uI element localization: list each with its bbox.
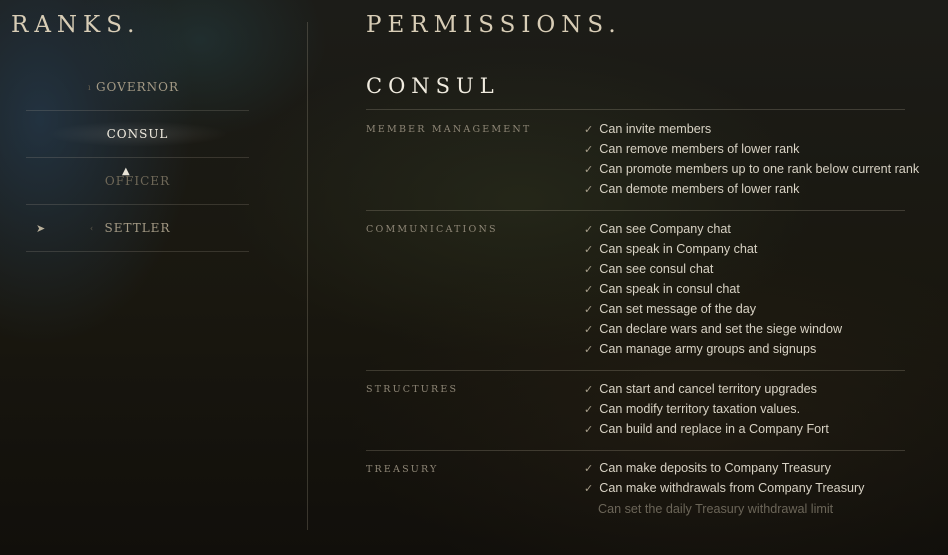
section-label-structures: STRUCTURES bbox=[366, 384, 459, 395]
permission-item: ✓ Can declare wars and set the siege wind… bbox=[584, 322, 843, 336]
mouse-cursor-icon: ▲ bbox=[122, 166, 130, 177]
selected-rank-title: CONSUL bbox=[366, 74, 500, 98]
check-icon: ✓ bbox=[584, 424, 594, 436]
rank-item-officer[interactable]: OFFICER bbox=[26, 158, 249, 205]
section-label-treasury: TREASURY bbox=[366, 464, 439, 475]
section-label-communications: COMMUNICATIONS bbox=[366, 224, 498, 235]
rank-list: ı GOVERNOR CONSUL OFFICER ➤ ‹ SETTLER bbox=[26, 64, 249, 252]
rank-item-settler[interactable]: ➤ ‹ SETTLER bbox=[26, 205, 249, 252]
section-divider bbox=[366, 450, 905, 451]
permission-item: ✓ Can see Company chat bbox=[584, 222, 731, 236]
permission-item: ✓ Can remove members of lower rank bbox=[584, 142, 800, 156]
section-divider bbox=[366, 210, 905, 211]
check-icon: ✓ bbox=[584, 324, 594, 336]
arrow-right-icon: ➤ bbox=[36, 221, 47, 235]
check-icon: ✓ bbox=[584, 404, 594, 416]
permission-item: ✓ Can demote members of lower rank bbox=[584, 182, 800, 196]
permission-item: ✓ Can set message of the day bbox=[584, 302, 757, 316]
rank-label: CONSUL bbox=[106, 127, 169, 141]
permission-item: ✓ Can see consul chat bbox=[584, 262, 714, 276]
check-icon: ✓ bbox=[584, 483, 594, 495]
check-icon: ✓ bbox=[584, 463, 594, 475]
permission-item: ✓ Can speak in Company chat bbox=[584, 242, 758, 256]
permission-item: ✓ Can make deposits to Company Treasury bbox=[584, 461, 831, 475]
section-divider bbox=[366, 109, 905, 110]
check-icon: ✓ bbox=[584, 384, 594, 396]
ranks-heading: RANKS. bbox=[11, 12, 141, 38]
permission-item: ✓ Can start and cancel territory upgrades bbox=[584, 382, 817, 396]
tick-mark-icon: ı bbox=[88, 82, 92, 92]
rank-label: SETTLER bbox=[104, 221, 171, 235]
check-icon: ✓ bbox=[584, 144, 594, 156]
permission-item: ✓ Can build and replace in a Company Fort bbox=[584, 422, 829, 436]
check-icon: ✓ bbox=[584, 304, 594, 316]
check-icon: ✓ bbox=[584, 264, 594, 276]
tick-mark-icon: ‹ bbox=[90, 223, 95, 233]
permission-item: ✓ Can make withdrawals from Company Treas… bbox=[584, 481, 865, 495]
permission-item: ✓ Can invite members bbox=[584, 122, 712, 136]
permission-item: ✓ Can promote members up to one rank belo… bbox=[584, 162, 920, 176]
check-icon: ✓ bbox=[584, 284, 594, 296]
permission-item: ✓ Can modify territory taxation values. bbox=[584, 402, 801, 416]
check-icon: ✓ bbox=[584, 244, 594, 256]
column-divider bbox=[307, 22, 308, 530]
check-icon: ✓ bbox=[584, 184, 594, 196]
check-icon: ✓ bbox=[584, 164, 594, 176]
rank-label: OFFICER bbox=[104, 174, 171, 188]
permission-item: ✓ Can speak in consul chat bbox=[584, 282, 740, 296]
check-icon: ✓ bbox=[584, 344, 594, 356]
check-icon: ✓ bbox=[584, 124, 594, 136]
rank-label: GOVERNOR bbox=[95, 80, 180, 94]
permission-item-disabled: Can set the daily Treasury withdrawal li… bbox=[598, 502, 834, 516]
section-label-member-management: MEMBER MANAGEMENT bbox=[366, 124, 532, 135]
permissions-heading: PERMISSIONS. bbox=[366, 12, 622, 38]
permission-item: ✓ Can manage army groups and signups bbox=[584, 342, 817, 356]
rank-item-consul[interactable]: CONSUL bbox=[26, 111, 249, 158]
rank-item-governor[interactable]: ı GOVERNOR bbox=[26, 64, 249, 111]
check-icon: ✓ bbox=[584, 224, 594, 236]
section-divider bbox=[366, 370, 905, 371]
